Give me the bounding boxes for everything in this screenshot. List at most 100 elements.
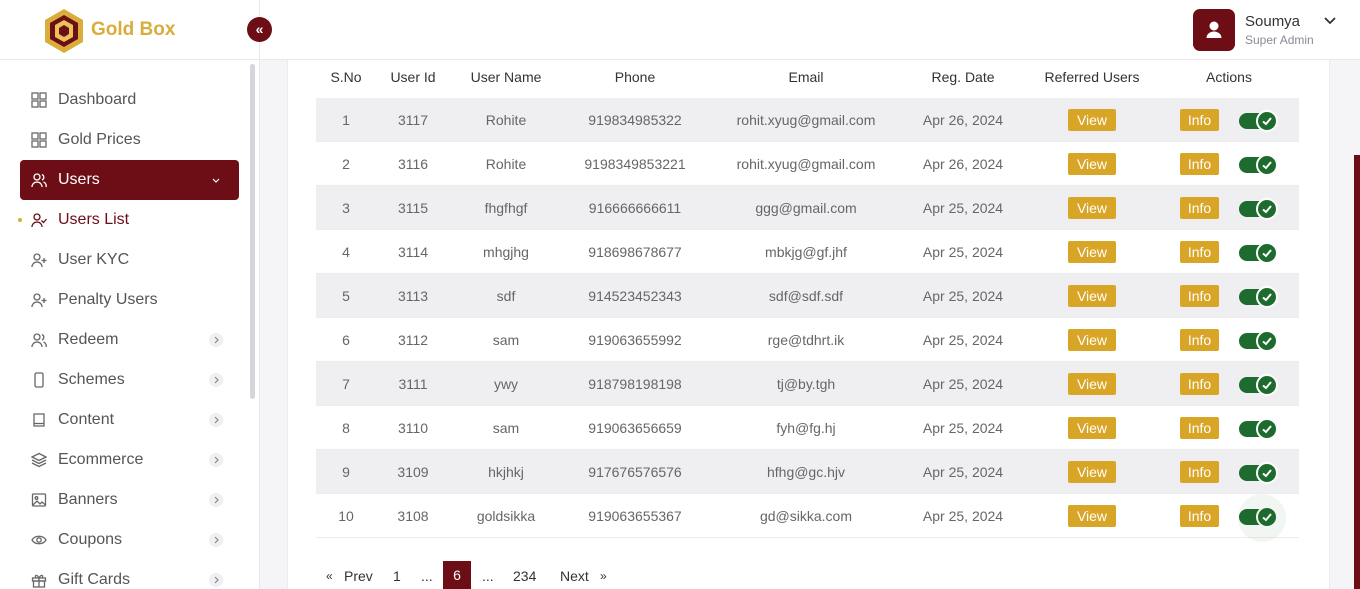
current-item-dot (18, 218, 22, 222)
toggle-knob (1256, 418, 1278, 440)
cell-user-id: 3117 (397, 112, 429, 128)
table-row: 5 3113 sdf 914523452343 sdf@sdf.sdf Apr 25, 2… (316, 274, 1299, 318)
user-status-toggle[interactable] (1239, 418, 1278, 440)
toggle-knob (1256, 286, 1278, 308)
view-referred-users-button[interactable]: View (1068, 329, 1116, 351)
sidebar-item-banners[interactable]: Banners (20, 480, 239, 520)
sidebar-item-gift-cards[interactable]: Gift Cards (20, 560, 239, 589)
cell-date: Apr 25, 2024 (922, 420, 1004, 436)
cell-user-id: 3113 (397, 288, 429, 304)
view-referred-users-button[interactable]: View (1068, 285, 1116, 307)
sidebar-item-ecommerce[interactable]: Ecommerce (20, 440, 239, 480)
info-button[interactable]: Info (1180, 505, 1219, 527)
view-referred-users-button[interactable]: View (1068, 197, 1116, 219)
page-scrollbar[interactable] (1354, 155, 1360, 589)
sidebar-item-users[interactable]: Users (20, 160, 239, 200)
info-button[interactable]: Info (1180, 285, 1219, 307)
sidebar-item-coupons[interactable]: Coupons (20, 520, 239, 560)
sidebar-item-schemes[interactable]: Schemes (20, 360, 239, 400)
user-profile-menu[interactable]: Soumya Super Admin (1193, 9, 1343, 51)
chevron-right-icon (209, 413, 223, 427)
info-button[interactable]: Info (1180, 153, 1219, 175)
user-status-toggle[interactable] (1239, 374, 1278, 396)
cell-sno: 10 (338, 508, 354, 524)
table-row: 2 3116 Rohite 9198349853221 rohit.xyug@gmail… (316, 142, 1299, 186)
cell-email: mbkjg@gf.jhf (765, 244, 847, 260)
cell-date: Apr 25, 2024 (922, 464, 1004, 480)
column-header-email: Email (788, 69, 824, 85)
user-status-toggle[interactable] (1239, 154, 1278, 176)
sidebar-scrollbar[interactable] (250, 64, 255, 399)
users-icon (31, 173, 47, 188)
sidebar-item-label: Ecommerce (58, 451, 144, 468)
info-button[interactable]: Info (1180, 109, 1219, 131)
view-referred-users-button[interactable]: View (1068, 373, 1116, 395)
toggle-knob (1256, 198, 1278, 220)
chevron-right-icon (209, 333, 223, 347)
sidebar-item-dashboard[interactable]: Dashboard (20, 80, 239, 120)
info-button[interactable]: Info (1180, 461, 1219, 483)
info-button[interactable]: Info (1180, 417, 1219, 439)
page-link-current[interactable]: 6 (443, 561, 471, 589)
toggle-knob (1256, 242, 1278, 264)
sidebar-item-user-kyc[interactable]: User KYC (20, 240, 239, 280)
check-icon (1262, 337, 1272, 346)
next-arrow-icon[interactable]: » (600, 569, 607, 583)
cell-email: rohit.xyug@gmail.com (736, 112, 876, 128)
check-icon (1262, 469, 1272, 478)
user-status-toggle[interactable] (1239, 242, 1278, 264)
user-status-toggle[interactable] (1239, 110, 1278, 132)
sidebar-item-penalty-users[interactable]: Penalty Users (20, 280, 239, 320)
user-status-toggle[interactable] (1239, 462, 1278, 484)
view-referred-users-button[interactable]: View (1068, 109, 1116, 131)
cell-sno: 4 (342, 244, 350, 260)
brand-name: Gold Box (91, 19, 176, 40)
info-button[interactable]: Info (1180, 373, 1219, 395)
toggle-knob (1256, 154, 1278, 176)
info-button[interactable]: Info (1180, 241, 1219, 263)
sidebar-item-redeem[interactable]: Redeem (20, 320, 239, 360)
sidebar-item-label: Dashboard (58, 91, 137, 108)
top-header: Gold Box « Soumya Super Admin (0, 0, 1360, 60)
grid-icon (31, 92, 47, 108)
user-status-toggle[interactable] (1239, 330, 1278, 352)
sidebar-item-gold-prices[interactable]: Gold Prices (20, 120, 239, 160)
page-link-first[interactable]: 1 (393, 568, 401, 584)
table-row: 10 3108 goldsikka 919063655367 gd@sikka.com A… (316, 494, 1299, 538)
phone-icon (34, 372, 44, 388)
sidebar-item-label: Penalty Users (58, 291, 158, 308)
pagination-ellipsis: ... (482, 568, 494, 584)
cell-date: Apr 25, 2024 (922, 200, 1004, 216)
cell-user-id: 3115 (397, 200, 429, 216)
cell-name: ywy (493, 376, 519, 392)
page-link-last[interactable]: 234 (513, 568, 536, 584)
toggle-knob (1256, 110, 1278, 132)
info-button[interactable]: Info (1180, 329, 1219, 351)
sidebar-collapse-button[interactable]: « (247, 17, 272, 42)
chevron-down-icon[interactable] (1323, 14, 1337, 28)
cell-date: Apr 26, 2024 (922, 156, 1004, 172)
sidebar-item-content[interactable]: Content (20, 400, 239, 440)
info-button[interactable]: Info (1180, 197, 1219, 219)
cell-phone: 918698678677 (588, 244, 682, 260)
next-page-link[interactable]: Next (560, 568, 589, 584)
cell-sno: 1 (342, 112, 350, 128)
user-role: Super Admin (1245, 33, 1314, 47)
user-status-toggle[interactable] (1239, 286, 1278, 308)
view-referred-users-button[interactable]: View (1068, 417, 1116, 439)
cell-sno: 8 (342, 420, 350, 436)
prev-page-link[interactable]: Prev (344, 568, 373, 584)
view-referred-users-button[interactable]: View (1068, 153, 1116, 175)
prev-arrow-icon[interactable]: « (326, 569, 333, 583)
sidebar-item-label: Banners (58, 491, 118, 508)
user-status-toggle[interactable] (1239, 198, 1278, 220)
users-icon (31, 333, 47, 348)
cell-name: sdf (496, 288, 516, 304)
view-referred-users-button[interactable]: View (1068, 505, 1116, 527)
sidebar-item-users-list[interactable]: Users List (18, 200, 239, 240)
cell-user-id: 3108 (397, 508, 429, 524)
sidebar-item-label: Content (58, 411, 115, 428)
view-referred-users-button[interactable]: View (1068, 461, 1116, 483)
chevron-right-icon (209, 493, 223, 507)
view-referred-users-button[interactable]: View (1068, 241, 1116, 263)
